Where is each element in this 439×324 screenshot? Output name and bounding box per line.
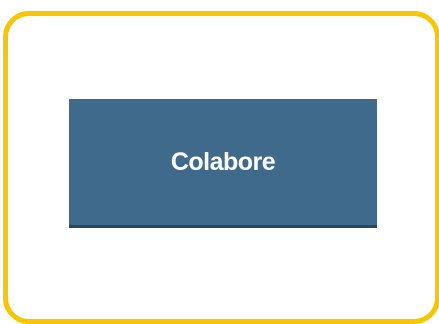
colabore-button[interactable]: Colabore — [69, 99, 377, 228]
